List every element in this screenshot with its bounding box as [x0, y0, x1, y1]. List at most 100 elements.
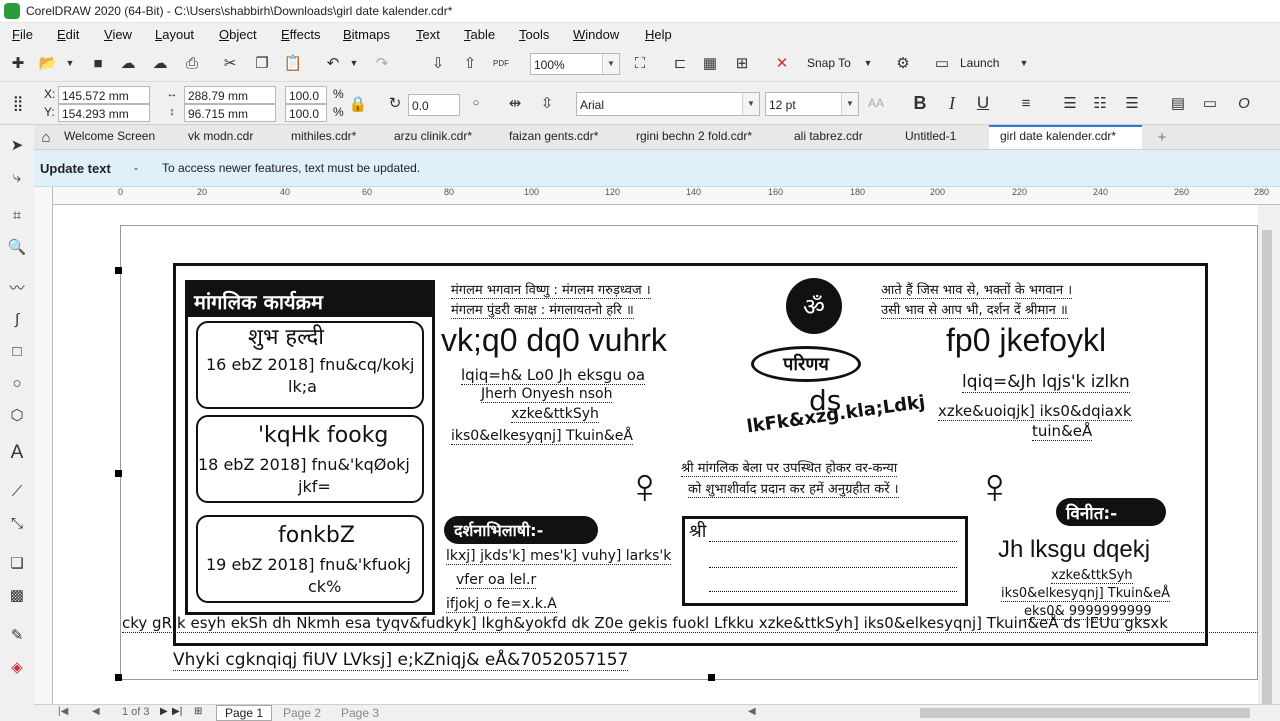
menu-bitmaps[interactable]: Bitmaps	[343, 27, 390, 42]
shape-tool-icon[interactable]: ⤷	[7, 167, 27, 187]
copy-icon[interactable]: ❐	[252, 53, 272, 73]
pick-tool-icon[interactable]: ➤	[7, 135, 27, 155]
parallel-dimension-icon[interactable]: ⟋	[7, 481, 27, 501]
menu-table[interactable]: Table	[464, 27, 495, 42]
scale-height-field[interactable]: 100.0	[285, 104, 327, 122]
y-position-field[interactable]: 154.293 mm	[58, 104, 150, 122]
menu-window[interactable]: Window	[573, 27, 619, 42]
undo-dropdown-icon[interactable]: ▼	[344, 53, 364, 73]
tab-arzu-clinik[interactable]: arzu clinik.cdr*	[394, 129, 472, 143]
show-guidelines-icon[interactable]: ⊞	[732, 53, 752, 73]
invitation-card[interactable]: मांगलिक कार्यक्रम शुभ हल्दी 16 ebZ 2018]…	[173, 263, 1208, 646]
ellipse-tool-icon[interactable]: ○	[7, 373, 27, 393]
tab-faizan-gents[interactable]: faizan gents.cdr*	[509, 129, 598, 143]
italic-icon[interactable]: I	[942, 93, 962, 113]
show-rulers-icon[interactable]: ⊏	[670, 53, 690, 73]
horizontal-ruler[interactable]: 0 20 40 60 80 100 120 140 160 180 200 22…	[52, 187, 1280, 205]
zoom-dropdown-icon[interactable]: ▼	[602, 54, 619, 74]
edit-text-icon[interactable]: ▭	[1200, 93, 1220, 113]
launch-label[interactable]: Launch	[960, 56, 999, 70]
snap-to-label[interactable]: Snap To	[807, 56, 851, 70]
launch-app-icon[interactable]: ▭	[932, 53, 952, 73]
bold-icon[interactable]: B	[910, 93, 930, 113]
next-page-icon[interactable]: ▶	[160, 706, 168, 717]
crop-tool-icon[interactable]: ⌗	[7, 205, 27, 225]
horizontal-scrollbar-thumb[interactable]	[920, 708, 1250, 718]
selection-handle[interactable]	[115, 470, 122, 477]
print-icon[interactable]: ⎙	[182, 53, 202, 73]
open-folder-icon[interactable]: 📂	[38, 53, 58, 73]
menu-effects[interactable]: Effects	[281, 27, 321, 42]
update-text-title[interactable]: Update text	[40, 161, 111, 176]
align-left-icon[interactable]: ≡	[1016, 93, 1036, 113]
numbered-list-icon[interactable]: ☷	[1090, 93, 1110, 113]
tab-untitled-1[interactable]: Untitled-1	[905, 129, 956, 143]
prev-page-icon[interactable]: ◀	[92, 706, 100, 717]
menu-help[interactable]: Help	[645, 27, 672, 42]
menu-object[interactable]: Object	[219, 27, 257, 42]
text-tool-icon[interactable]: A	[7, 442, 27, 463]
object-height-field[interactable]: 96.715 mm	[184, 104, 276, 122]
options-gear-icon[interactable]: ⚙	[893, 53, 913, 73]
lock-ratio-icon[interactable]: 🔒	[348, 94, 368, 114]
artistic-media-icon[interactable]: ∫	[7, 309, 27, 329]
font-list-dropdown-icon[interactable]: ▼	[742, 93, 759, 115]
snap-to-dropdown-icon[interactable]: ▼	[858, 53, 878, 73]
full-screen-icon[interactable]: ⛶	[630, 53, 650, 73]
vertical-ruler[interactable]	[34, 187, 53, 704]
scroll-left-icon[interactable]: ◀	[748, 706, 756, 717]
menu-text[interactable]: Text	[416, 27, 440, 42]
last-page-icon[interactable]: ▶|	[172, 706, 182, 717]
menu-layout[interactable]: Layout	[155, 27, 194, 42]
underline-icon[interactable]: U	[973, 93, 993, 113]
polygon-tool-icon[interactable]: ⬡	[7, 405, 27, 425]
opentype-icon[interactable]: O	[1234, 93, 1254, 113]
freehand-tool-icon[interactable]: 〰	[7, 277, 27, 297]
zoom-level-field[interactable]: 100% ▼	[530, 53, 620, 75]
paste-icon[interactable]: 📋	[283, 53, 303, 73]
scrollbar-thumb[interactable]	[1262, 230, 1272, 710]
drop-shadow-icon[interactable]: ❏	[7, 553, 27, 573]
redo-icon[interactable]: ↷	[372, 53, 392, 73]
tab-girl-date-kalender[interactable]: girl date kalender.cdr*	[989, 125, 1142, 149]
bullet-list-icon[interactable]: ☰	[1060, 93, 1080, 113]
save-icon[interactable]: ■	[88, 53, 108, 73]
scale-text-icon[interactable]: AA	[866, 93, 886, 113]
snap-off-icon[interactable]: ✕	[772, 53, 792, 73]
tab-ali-tabrez[interactable]: ali tabrez.cdr	[794, 129, 863, 143]
menu-tools[interactable]: Tools	[519, 27, 549, 42]
transparency-icon[interactable]: ▩	[7, 585, 27, 605]
text-properties-icon[interactable]: ☰	[1122, 93, 1142, 113]
cloud-upload-icon[interactable]: ☁	[118, 53, 138, 73]
vertical-scrollbar[interactable]	[1258, 205, 1280, 710]
selection-handle[interactable]	[115, 267, 122, 274]
mirror-horizontal-icon[interactable]: ⇹	[505, 93, 525, 113]
launch-dropdown-icon[interactable]: ▼	[1014, 53, 1034, 73]
add-page-icon[interactable]: ⊞	[194, 706, 202, 717]
selection-handle[interactable]	[708, 674, 715, 681]
color-eyedropper-icon[interactable]: ✎	[7, 625, 27, 645]
cloud-sync-icon[interactable]: ☁	[150, 53, 170, 73]
new-document-icon[interactable]: ✚	[8, 53, 28, 73]
tab-welcome-screen[interactable]: Welcome Screen	[64, 129, 155, 143]
rectangle-tool-icon[interactable]: □	[7, 341, 27, 361]
font-list-field[interactable]: Arial ▼	[576, 92, 760, 116]
home-icon[interactable]: ⌂	[36, 127, 56, 147]
page-tab-2[interactable]: Page 2	[283, 706, 321, 720]
export-icon[interactable]: ⇧	[460, 53, 480, 73]
zoom-tool-icon[interactable]: 🔍	[7, 237, 27, 257]
open-dropdown-icon[interactable]: ▼	[60, 53, 80, 73]
import-icon[interactable]: ⇩	[428, 53, 448, 73]
font-size-field[interactable]: 12 pt ▼	[765, 92, 859, 116]
page-tab-1[interactable]: Page 1	[216, 705, 272, 721]
scale-width-field[interactable]: 100.0	[285, 86, 327, 104]
cut-icon[interactable]: ✂	[220, 53, 240, 73]
add-tab-icon[interactable]: +	[1152, 127, 1172, 147]
page-tab-3[interactable]: Page 3	[341, 706, 379, 720]
interactive-fill-icon[interactable]: ◈	[7, 657, 27, 677]
publish-pdf-icon[interactable]: PDF	[491, 53, 511, 73]
selection-handle[interactable]	[115, 674, 122, 681]
menu-view[interactable]: View	[104, 27, 132, 42]
tab-vk-modn[interactable]: vk modn.cdr	[188, 129, 253, 143]
menu-file[interactable]: File	[12, 27, 33, 42]
